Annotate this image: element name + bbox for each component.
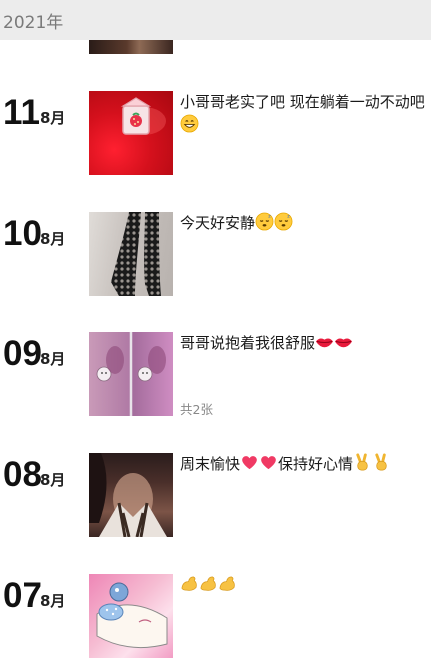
strawberry-milk-sticker-icon [120,97,166,135]
sleeping-character-sticker-icon [96,582,168,649]
entry-text [180,574,426,600]
flexed-biceps-icon [218,574,237,600]
entry-day: 10 [3,214,42,253]
entry-photo-thumbnail[interactable] [89,332,173,416]
entry-day: 09 [3,334,42,373]
year-header: 2021年 [0,0,431,40]
entry-text-body: 小哥哥老实了吧 现在躺着一动不动吧 [180,93,425,111]
heart-icon [259,453,278,479]
victory-hand-icon [353,453,372,479]
lips-icon [334,332,353,358]
entry-month: 8月 [40,592,66,610]
stockings-photo-icon [111,212,161,296]
heart-icon [240,453,259,479]
entry-month: 8月 [40,109,66,127]
entry-text-part: 保持好心情 [278,455,354,473]
entry-text-part: 周末愉快 [180,455,241,473]
entry-month: 8月 [40,230,66,248]
year-label: 2021年 [3,12,64,33]
entry-text: 小哥哥老实了吧 现在躺着一动不动吧 [180,91,426,140]
flexed-biceps-icon [180,574,199,600]
entry-text: 周末愉快 保持好心情 [180,453,426,479]
timeline-entry[interactable]: 08 8月 周末愉快 保持好心情 [0,453,431,543]
lips-icon [315,332,334,358]
flexed-biceps-icon [199,574,218,600]
entry-day: 11 [3,93,40,132]
timeline-entry[interactable]: 10 8月 今天好安静 z z [0,212,431,302]
photo-count-label: 共2张 [180,402,213,417]
entry-day: 08 [3,455,42,494]
timeline-entry[interactable]: 11 8月 小哥哥老实了吧 现在躺着一动不动吧 [0,91,431,181]
sleeping-face-icon: z [274,212,293,238]
entry-month: 8月 [40,350,66,368]
entry-photo-thumbnail[interactable] [89,453,173,537]
entry-photo-thumbnail[interactable] [89,212,173,296]
collage-photo-icon [96,346,166,382]
entry-text: 哥哥说抱着我很舒服 [180,332,426,358]
victory-hand-icon [372,453,391,479]
entry-text-body: 今天好安静 [180,214,256,232]
entry-photo-thumbnail[interactable] [89,91,173,175]
moments-timeline: { "year_header": "2021年", "entries": [ {… [0,0,431,665]
timeline-entry[interactable]: 07 8月 [0,574,431,664]
entry-month: 8月 [40,471,66,489]
sleeping-face-icon: z [255,212,274,238]
entry-text: 今天好安静 z z [180,212,426,238]
entry-photo-thumbnail[interactable] [89,574,173,658]
entry-day: 07 [3,576,42,615]
timeline-entry[interactable]: 09 8月 哥哥说抱着我很舒服 共2张 [0,332,431,422]
entry-text-body: 哥哥说抱着我很舒服 [180,334,316,352]
grinning-face-icon [180,114,199,140]
portrait-photo-icon [89,453,167,537]
